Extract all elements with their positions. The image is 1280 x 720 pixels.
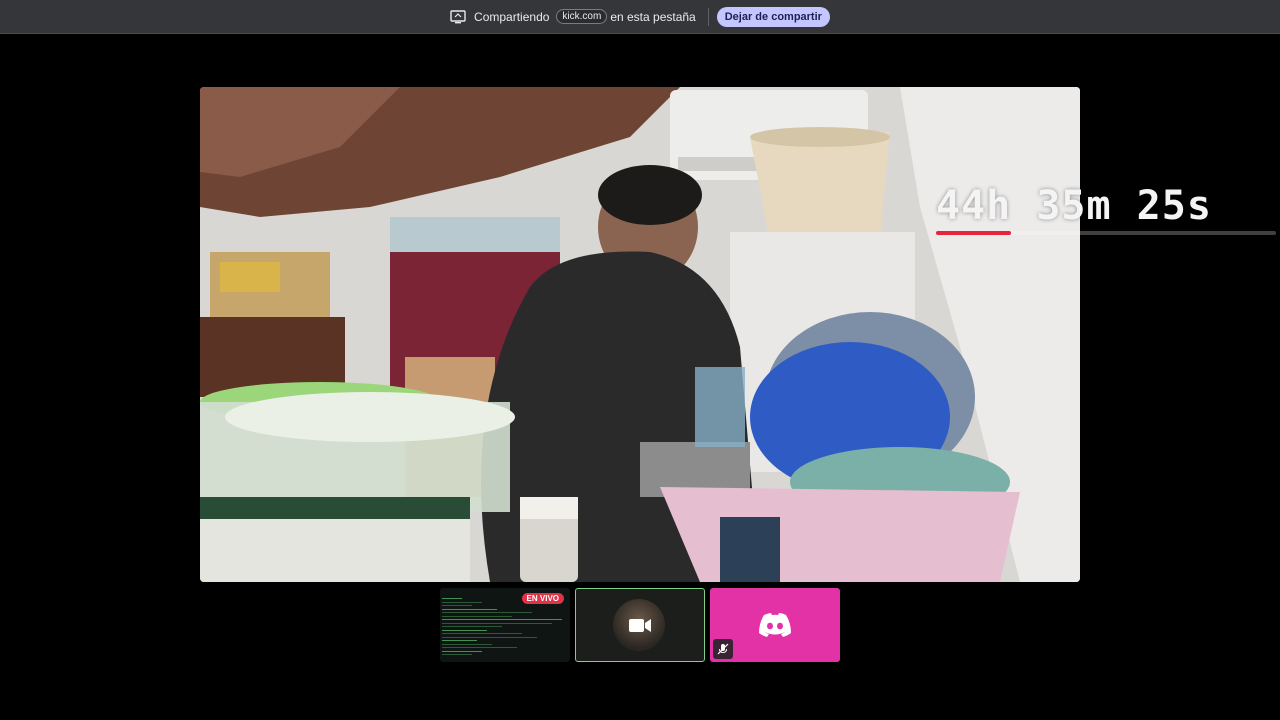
- divider: [707, 7, 709, 26]
- tab-label: en esta pestaña: [610, 9, 696, 24]
- chat-text-line: [442, 626, 502, 627]
- chat-text-line: [442, 654, 472, 655]
- screen-share-bar: Compartiendo kick.com en esta pestaña De…: [0, 0, 1280, 34]
- chat-text-line: [442, 636, 537, 638]
- mic-off-button[interactable]: [713, 639, 733, 659]
- discord-tile[interactable]: [710, 588, 840, 662]
- live-badge: EN VIVO: [521, 593, 564, 604]
- video-camera-icon: [629, 619, 651, 632]
- chat-text-line: [442, 650, 482, 652]
- stream-video[interactable]: [200, 87, 1080, 582]
- chat-text-line: [442, 643, 492, 645]
- video-frame: [200, 87, 1080, 582]
- chat-text-line: [442, 605, 472, 606]
- camera-tile[interactable]: [575, 588, 705, 662]
- chat-text-line: [442, 608, 497, 610]
- chat-text-line: [442, 633, 522, 634]
- participant-strip: EN VIVO: [440, 588, 840, 662]
- mic-off-icon: [717, 643, 729, 655]
- chat-text-line: [442, 598, 462, 599]
- chat-text-line: [442, 647, 517, 648]
- shared-domain-chip: kick.com: [556, 9, 608, 24]
- timer-progress-track: [936, 231, 1276, 235]
- timer-progress-fill: [936, 231, 1011, 235]
- chat-text-line: [442, 629, 487, 631]
- chat-text-line: [442, 619, 562, 620]
- discord-icon: [759, 613, 791, 637]
- chat-text-line: [442, 640, 477, 641]
- chat-tab-thumbnail[interactable]: EN VIVO: [440, 588, 570, 662]
- chat-text-line: [442, 601, 482, 603]
- stream-timer: 44h 35m 25s: [936, 183, 1212, 229]
- stop-sharing-button[interactable]: Dejar de compartir: [716, 6, 830, 27]
- chat-text-line: [442, 622, 552, 624]
- chat-text-line: [442, 615, 512, 617]
- screen-share-icon: [450, 9, 466, 23]
- chat-text-line: [442, 612, 532, 613]
- sharing-label: Compartiendo: [474, 9, 550, 24]
